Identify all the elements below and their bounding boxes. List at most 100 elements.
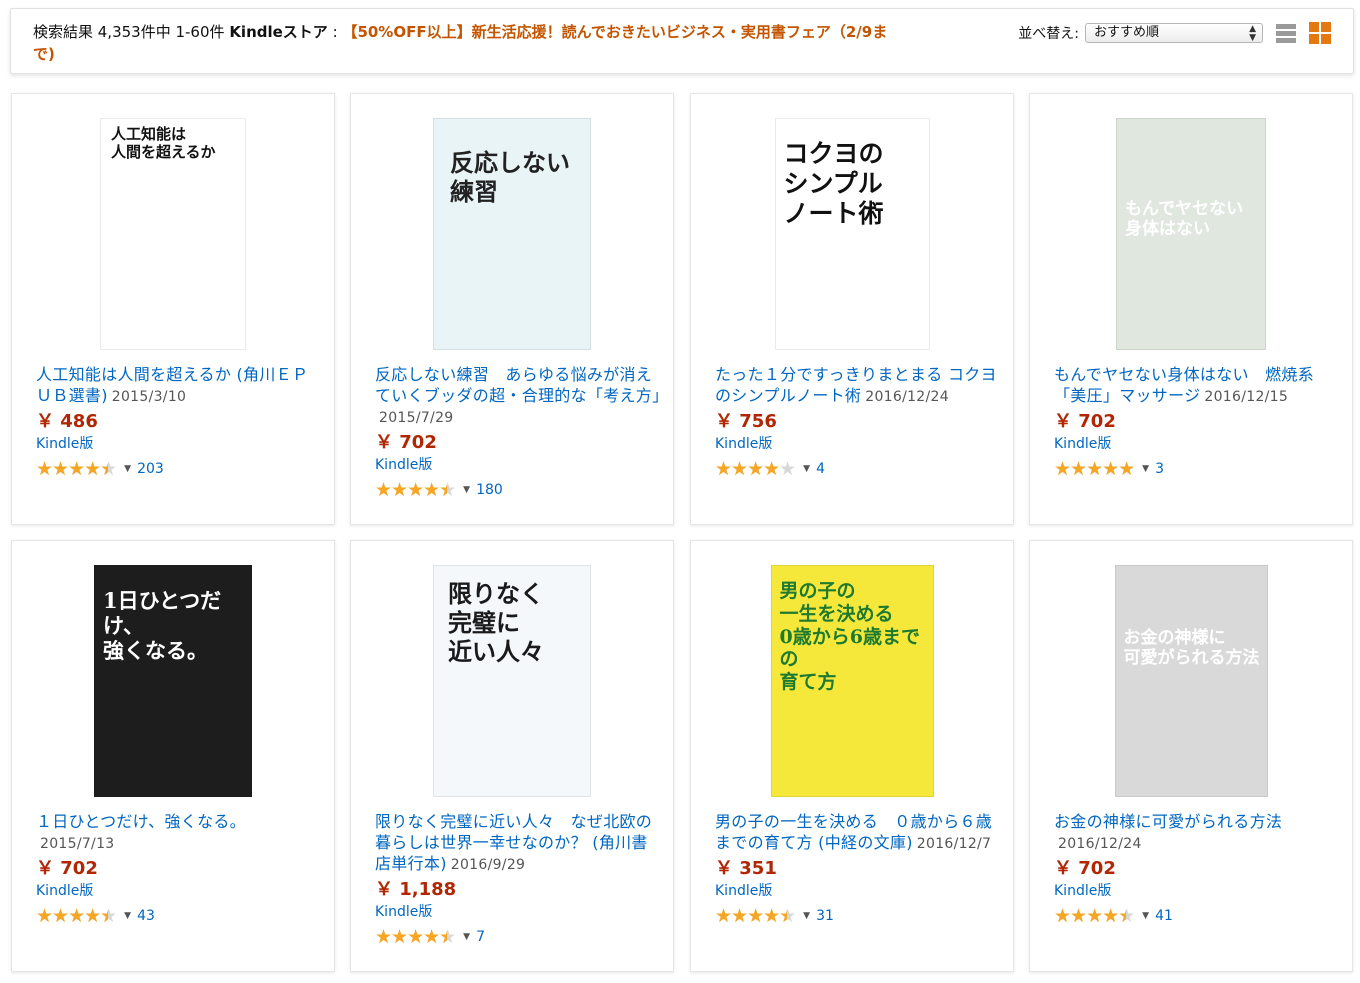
book-cover[interactable]: 1日ひとつだけ、 強くなる。 — [94, 565, 252, 797]
price: ￥ 702 — [375, 432, 437, 453]
chevron-down-icon[interactable]: ▼ — [1142, 911, 1149, 921]
review-count-link[interactable]: 4 — [816, 461, 825, 477]
rating: ★★★★★★★★★★ ▼ 41 — [1054, 906, 1340, 926]
cover-area: 男の子の 一生を決める 0歳から6歳までの 育て方 — [691, 565, 1013, 797]
book-cover[interactable]: 限りなく 完璧に 近い人々 — [433, 565, 591, 797]
star-rating-fill: ★★★★★ — [1054, 459, 1135, 479]
product-grid: 人工知能は 人間を超えるか 人工知能は人間を超えるか (角川ＥＰＵＢ選書) 201… — [0, 0, 1360, 983]
product-title-link[interactable]: たった１分ですっきりまとまる コクヨのシンプルノート術 2016/12/24 — [715, 364, 1001, 408]
release-date: 2016/12/15 — [1204, 389, 1289, 405]
release-date: 2015/7/13 — [40, 836, 115, 852]
book-cover[interactable]: お金の神様に 可愛がられる方法 — [1114, 565, 1268, 797]
star-rating-fill: ★★★★★ — [375, 927, 447, 947]
chevron-down-icon[interactable]: ▼ — [463, 932, 470, 942]
star-rating-icon[interactable]: ★★★★★★★★★★ — [36, 906, 117, 926]
cover-title: 反応しない 練習 — [450, 148, 570, 206]
star-rating-icon[interactable]: ★★★★★★★★★★ — [1054, 459, 1135, 479]
cover-area: 1日ひとつだけ、 強くなる。 — [12, 565, 334, 797]
book-cover[interactable]: 男の子の 一生を決める 0歳から6歳までの 育て方 — [770, 565, 934, 797]
cover-title: お金の神様に 可愛がられる方法 — [1123, 628, 1260, 669]
product-title-link[interactable]: もんでヤセない身体はない 燃焼系「美圧」マッサージ 2016/12/15 — [1054, 364, 1340, 408]
review-count-link[interactable]: 180 — [476, 482, 503, 498]
format-link[interactable]: Kindle版 — [1054, 882, 1340, 900]
review-count-link[interactable]: 41 — [1155, 908, 1173, 924]
rating: ★★★★★★★★★★ ▼ 31 — [715, 906, 1001, 926]
rating: ★★★★★★★★★★ ▼ 43 — [36, 906, 322, 926]
star-rating-fill: ★★★★★ — [715, 459, 780, 479]
release-date: 2016/12/7 — [916, 836, 992, 852]
product-card[interactable]: 1日ひとつだけ、 強くなる。 １日ひとつだけ、強くなる。 2015/7/13 ￥ … — [11, 540, 335, 972]
review-count-link[interactable]: 203 — [137, 461, 164, 477]
price: ￥ 351 — [715, 858, 777, 879]
product-title-link[interactable]: 限りなく完璧に近い人々 なぜ北欧の暮らしは世界一幸せなのか？ (角川書店単行本)… — [375, 811, 661, 876]
format-link[interactable]: Kindle版 — [1054, 435, 1340, 453]
product-card[interactable]: 限りなく 完璧に 近い人々 限りなく完璧に近い人々 なぜ北欧の暮らしは世界一幸せ… — [350, 540, 674, 972]
product-card[interactable]: 男の子の 一生を決める 0歳から6歳までの 育て方 男の子の一生を決める ０歳か… — [690, 540, 1014, 972]
chevron-down-icon[interactable]: ▼ — [803, 464, 810, 474]
chevron-down-icon[interactable]: ▼ — [124, 911, 131, 921]
cover-area: 限りなく 完璧に 近い人々 — [351, 565, 673, 797]
product-info: もんでヤセない身体はない 燃焼系「美圧」マッサージ 2016/12/15 ￥ 70… — [1054, 364, 1340, 479]
book-cover[interactable]: コクヨの シンプル ノート術 — [774, 118, 930, 350]
star-rating-icon[interactable]: ★★★★★★★★★★ — [375, 480, 456, 500]
cover-area: 反応しない 練習 — [351, 118, 673, 350]
product-title: たった１分ですっきりまとまる コクヨのシンプルノート術 — [715, 365, 997, 405]
product-card[interactable]: 人工知能は 人間を超えるか 人工知能は人間を超えるか (角川ＥＰＵＢ選書) 201… — [11, 93, 335, 525]
review-count-link[interactable]: 31 — [816, 908, 834, 924]
product-info: お金の神様に可愛がられる方法 2016/12/24 ￥ 702 Kindle版 ★… — [1054, 811, 1340, 926]
star-rating-fill: ★★★★★ — [1054, 906, 1126, 926]
chevron-down-icon[interactable]: ▼ — [124, 464, 131, 474]
price: ￥ 702 — [1054, 411, 1116, 432]
product-card[interactable]: もんでヤセない 身体はない もんでヤセない身体はない 燃焼系「美圧」マッサージ 2… — [1029, 93, 1353, 525]
format-link[interactable]: Kindle版 — [715, 435, 1001, 453]
product-title-link[interactable]: お金の神様に可愛がられる方法 2016/12/24 — [1054, 811, 1340, 855]
release-date: 2015/7/29 — [379, 410, 454, 426]
release-date: 2016/12/24 — [865, 389, 949, 405]
star-rating-icon[interactable]: ★★★★★★★★★★ — [715, 906, 796, 926]
book-cover[interactable]: もんでヤセない 身体はない — [1116, 118, 1266, 350]
price: ￥ 702 — [36, 858, 98, 879]
cover-area: 人工知能は 人間を超えるか — [12, 118, 334, 350]
product-card[interactable]: コクヨの シンプル ノート術 たった１分ですっきりまとまる コクヨのシンプルノー… — [690, 93, 1014, 525]
cover-title: 1日ひとつだけ、 強くなる。 — [103, 588, 222, 664]
review-count-link[interactable]: 3 — [1155, 461, 1164, 477]
product-title-link[interactable]: １日ひとつだけ、強くなる。 2015/7/13 — [36, 811, 322, 855]
format-link[interactable]: Kindle版 — [36, 435, 322, 453]
book-cover[interactable]: 人工知能は 人間を超えるか — [100, 118, 246, 350]
release-date: 2015/3/10 — [111, 389, 187, 405]
product-info: 反応しない練習 あらゆる悩みが消えていくブッダの超・合理的な「考え方」 2015/… — [375, 364, 668, 500]
product-title-link[interactable]: 人工知能は人間を超えるか (角川ＥＰＵＢ選書) 2015/3/10 — [36, 364, 322, 408]
product-title-link[interactable]: 反応しない練習 あらゆる悩みが消えていくブッダの超・合理的な「考え方」 2015/… — [375, 364, 668, 429]
star-rating-icon[interactable]: ★★★★★★★★★★ — [375, 927, 456, 947]
chevron-down-icon[interactable]: ▼ — [803, 911, 810, 921]
product-card[interactable]: お金の神様に 可愛がられる方法 お金の神様に可愛がられる方法 2016/12/24… — [1029, 540, 1353, 972]
product-title-link[interactable]: 男の子の一生を決める ０歳から６歳までの育て方 (中経の文庫) 2016/12/7 — [715, 811, 1001, 855]
star-rating-fill: ★★★★★ — [375, 480, 447, 500]
format-link[interactable]: Kindle版 — [715, 882, 1001, 900]
cover-title: 人工知能は 人間を超えるか — [111, 125, 216, 161]
star-rating-icon[interactable]: ★★★★★★★★★★ — [715, 459, 796, 479]
star-rating-icon[interactable]: ★★★★★★★★★★ — [1054, 906, 1135, 926]
release-date: 2016/9/29 — [450, 857, 526, 873]
format-link[interactable]: Kindle版 — [36, 882, 322, 900]
review-count-link[interactable]: 43 — [137, 908, 155, 924]
rating: ★★★★★★★★★★ ▼ 203 — [36, 459, 322, 479]
product-info: １日ひとつだけ、強くなる。 2015/7/13 ￥ 702 Kindle版 ★★★… — [36, 811, 322, 926]
format-link[interactable]: Kindle版 — [375, 456, 661, 474]
product-card[interactable]: 反応しない 練習 反応しない練習 あらゆる悩みが消えていくブッダの超・合理的な「… — [350, 93, 674, 525]
book-cover[interactable]: 反応しない 練習 — [433, 118, 591, 350]
product-title: 反応しない練習 あらゆる悩みが消えていくブッダの超・合理的な「考え方」 — [375, 365, 669, 405]
product-info: 限りなく完璧に近い人々 なぜ北欧の暮らしは世界一幸せなのか？ (角川書店単行本)… — [375, 811, 661, 947]
review-count-link[interactable]: 7 — [476, 929, 485, 945]
format-link[interactable]: Kindle版 — [375, 903, 661, 921]
product-title: お金の神様に可愛がられる方法 — [1054, 812, 1283, 831]
chevron-down-icon[interactable]: ▼ — [463, 485, 470, 495]
cover-title: コクヨの シンプル ノート術 — [783, 139, 884, 228]
price: ￥ 486 — [36, 411, 98, 432]
star-rating-icon[interactable]: ★★★★★★★★★★ — [36, 459, 117, 479]
chevron-down-icon[interactable]: ▼ — [1142, 464, 1149, 474]
price: ￥ 756 — [715, 411, 777, 432]
product-info: 人工知能は人間を超えるか (角川ＥＰＵＢ選書) 2015/3/10 ￥ 486 K… — [36, 364, 322, 479]
star-rating-fill: ★★★★★ — [715, 906, 787, 926]
rating: ★★★★★★★★★★ ▼ 4 — [715, 459, 1001, 479]
